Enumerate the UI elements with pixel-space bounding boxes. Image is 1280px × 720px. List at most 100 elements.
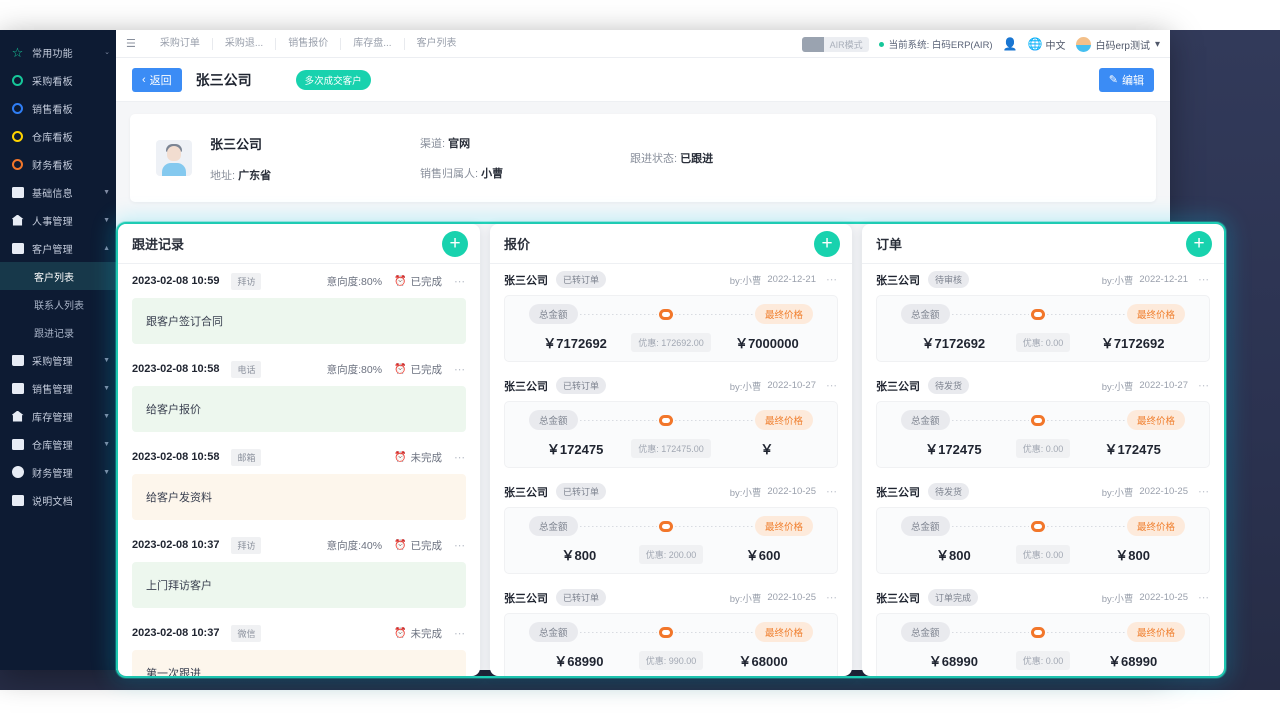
more-options-icon[interactable]: ⋯ <box>826 485 838 498</box>
followup-item[interactable]: 2023-02-08 10:37微信⏰未完成⋯第一次跟进 <box>132 616 466 676</box>
record-author: by:小曹 <box>730 485 762 499</box>
final-price-value: ￥172475 <box>1070 439 1195 458</box>
record-meta-row: 张三公司已转订单by:小曹2022-10-25⋯ <box>504 582 838 613</box>
sidebar-item-7[interactable]: 客户管理▲ <box>0 234 116 262</box>
final-price-value: ￥ <box>711 439 823 458</box>
more-options-icon[interactable]: ⋯ <box>1198 273 1210 286</box>
sidebar-item-6[interactable]: 人事管理▼ <box>0 206 116 234</box>
edit-button[interactable]: ✎ 编辑 <box>1099 68 1154 92</box>
total-amount-value: ￥800 <box>519 545 639 564</box>
record-amount-card: 总金额最终价格￥800优惠: 0.00￥800 <box>876 507 1210 574</box>
record-item[interactable]: 张三公司待发货by:小曹2022-10-25⋯总金额最终价格￥800优惠: 0.… <box>876 476 1210 574</box>
record-item[interactable]: 张三公司已转订单by:小曹2022-10-25⋯总金额最终价格￥800优惠: 2… <box>504 476 838 574</box>
tab-2[interactable]: 销售报价 <box>275 38 340 50</box>
tab-3[interactable]: 库存盘... <box>340 38 403 50</box>
sidebar-item-1[interactable]: 销售管理▼ <box>0 374 116 402</box>
connector-line-right <box>675 526 753 527</box>
discount-value: 优惠: 200.00 <box>639 545 704 564</box>
tab-bar: ☰ 采购订单采购退...销售报价库存盘...客户列表 AIR模式 当前系统: 白… <box>116 30 1170 58</box>
tab-4[interactable]: 客户列表 <box>404 38 469 50</box>
connector-line-right <box>675 632 753 633</box>
connector-line-right <box>1047 314 1125 315</box>
total-amount-value: ￥172475 <box>519 439 631 458</box>
caret-down-icon: ▼ <box>103 413 110 420</box>
sidebar-subitem-1[interactable]: 联系人列表 <box>0 290 116 318</box>
record-author: by:小曹 <box>1102 379 1134 393</box>
final-price-label: 最终价格 <box>1127 622 1185 642</box>
followup-meta-row: 2023-02-08 10:37微信⏰未完成⋯ <box>132 616 466 650</box>
status-badge: 多次成交客户 <box>296 70 371 90</box>
followup-note: 第一次跟进 <box>132 650 466 676</box>
followup-item[interactable]: 2023-02-08 10:58电话意向度:80%⏰已完成⋯给客户报价 <box>132 352 466 432</box>
back-button[interactable]: ‹ 返回 <box>132 68 182 92</box>
sidebar-item-5[interactable]: 说明文档 <box>0 486 116 514</box>
followup-item[interactable]: 2023-02-08 10:37拜访意向度:40%⏰已完成⋯上门拜访客户 <box>132 528 466 608</box>
sidebar: ☆常用功能⌄采购看板销售看板仓库看板财务看板基础信息▼人事管理▼客户管理▲ 客户… <box>0 30 116 670</box>
panel-header: 订单 + <box>862 224 1224 264</box>
record-status-badge: 已转订单 <box>556 483 606 500</box>
record-item[interactable]: 张三公司待审核by:小曹2022-12-21⋯总金额最终价格￥7172692优惠… <box>876 264 1210 362</box>
more-options-icon[interactable]: ⋯ <box>454 539 466 552</box>
record-item[interactable]: 张三公司订单完成by:小曹2022-10-25⋯总金额最终价格￥68990优惠:… <box>876 582 1210 676</box>
record-item[interactable]: 张三公司待发货by:小曹2022-10-27⋯总金额最终价格￥172475优惠:… <box>876 370 1210 468</box>
record-author: by:小曹 <box>1102 485 1134 499</box>
sidebar-subitem-0[interactable]: 客户列表 <box>0 262 116 290</box>
sidebar-item-2[interactable]: 库存管理▼ <box>0 402 116 430</box>
account-menu[interactable]: 白码erp测试 ▾ <box>1076 37 1160 52</box>
user-outline-icon[interactable]: 👤 <box>1003 37 1018 51</box>
list-menu-icon[interactable]: ☰ <box>126 37 136 50</box>
more-options-icon[interactable]: ⋯ <box>826 273 838 286</box>
caret-down-icon: ▼ <box>103 189 110 196</box>
record-company: 张三公司 <box>876 378 920 394</box>
air-mode-knob <box>802 37 824 52</box>
tab-0[interactable]: 采购订单 <box>148 38 212 50</box>
plus-circle-icon[interactable]: + <box>1186 231 1212 257</box>
more-options-icon[interactable]: ⋯ <box>454 451 466 464</box>
record-item[interactable]: 张三公司已转订单by:小曹2022-10-25⋯总金额最终价格￥68990优惠:… <box>504 582 838 676</box>
final-price-value: ￥7172692 <box>1070 333 1195 352</box>
connector-line-left <box>580 314 658 315</box>
sidebar-subitem-2[interactable]: 跟进记录 <box>0 318 116 346</box>
sidebar-item-4[interactable]: 财务管理▼ <box>0 458 116 486</box>
sidebar-item-0[interactable]: ☆常用功能⌄ <box>0 38 116 66</box>
more-options-icon[interactable]: ⋯ <box>454 275 466 288</box>
discount-value: 优惠: 990.00 <box>639 651 704 670</box>
more-options-icon[interactable]: ⋯ <box>454 363 466 376</box>
more-options-icon[interactable]: ⋯ <box>826 379 838 392</box>
discount-pill-icon <box>1031 627 1045 638</box>
air-mode-toggle[interactable]: AIR模式 <box>802 37 869 52</box>
more-options-icon[interactable]: ⋯ <box>1198 485 1210 498</box>
more-options-icon[interactable]: ⋯ <box>1198 379 1210 392</box>
followup-item[interactable]: 2023-02-08 10:58邮箱⏰未完成⋯给客户发资料 <box>132 440 466 520</box>
sidebar-item-1[interactable]: 采购看板 <box>0 66 116 94</box>
tab-1[interactable]: 采购退... <box>212 38 275 50</box>
panel-header: 报价 + <box>490 224 852 264</box>
sidebar-item-4[interactable]: 财务看板 <box>0 150 116 178</box>
plus-circle-icon[interactable]: + <box>814 231 840 257</box>
more-options-icon[interactable]: ⋯ <box>454 627 466 640</box>
followup-item[interactable]: 2023-02-08 10:59拜访意向度:80%⏰已完成⋯跟客户签订合同 <box>132 264 466 344</box>
sidebar-item-3[interactable]: 仓库管理▼ <box>0 430 116 458</box>
caret-up-icon: ▲ <box>103 245 110 252</box>
discount-pill-icon <box>1031 521 1045 532</box>
more-options-icon[interactable]: ⋯ <box>1198 591 1210 604</box>
record-item[interactable]: 张三公司已转订单by:小曹2022-10-27⋯总金额最终价格￥172475优惠… <box>504 370 838 468</box>
sidebar-item-0[interactable]: 采购管理▼ <box>0 346 116 374</box>
record-amount-card: 总金额最终价格￥68990优惠: 990.00￥68000 <box>504 613 838 676</box>
plus-circle-icon[interactable]: + <box>442 231 468 257</box>
record-item[interactable]: 张三公司已转订单by:小曹2022-12-21⋯总金额最终价格￥7172692优… <box>504 264 838 362</box>
star-icon: ☆ <box>10 45 25 60</box>
sidebar-item-label: 采购管理 <box>32 353 101 368</box>
discount-pill-icon <box>659 521 673 532</box>
discount-value: 优惠: 0.00 <box>1016 651 1071 670</box>
more-options-icon[interactable]: ⋯ <box>826 591 838 604</box>
connector-line-right <box>675 420 753 421</box>
total-amount-label: 总金额 <box>529 304 578 324</box>
record-status-badge: 待发货 <box>928 377 969 394</box>
record-author: by:小曹 <box>730 273 762 287</box>
sidebar-item-2[interactable]: 销售看板 <box>0 94 116 122</box>
sidebar-item-5[interactable]: 基础信息▼ <box>0 178 116 206</box>
sidebar-item-3[interactable]: 仓库看板 <box>0 122 116 150</box>
followup-type-badge: 邮箱 <box>231 449 261 466</box>
language-switcher[interactable]: 🌐 中文 <box>1028 37 1066 52</box>
